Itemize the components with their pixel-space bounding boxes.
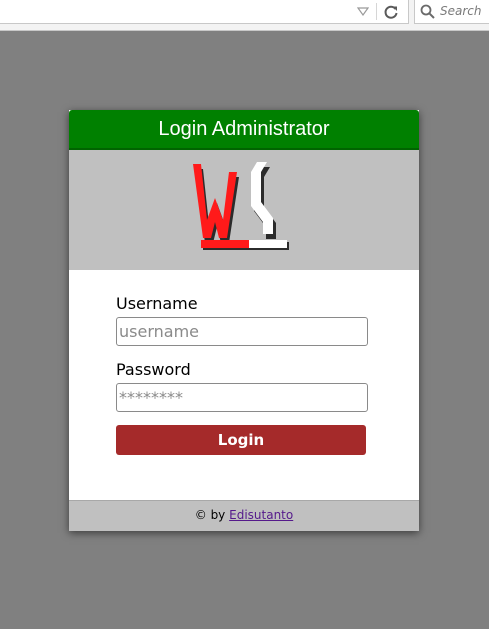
browser-search-box[interactable]: Search bbox=[414, 0, 489, 24]
toolbar-divider bbox=[376, 3, 377, 20]
dropdown-arrow-icon[interactable] bbox=[357, 6, 369, 16]
login-button[interactable]: Login bbox=[116, 425, 366, 455]
password-label: Password bbox=[116, 360, 191, 379]
search-icon bbox=[420, 4, 435, 19]
author-link[interactable]: Edisutanto bbox=[229, 508, 293, 522]
login-title: Login Administrator bbox=[69, 110, 419, 150]
password-input[interactable] bbox=[116, 383, 368, 412]
username-input[interactable] bbox=[116, 317, 368, 346]
login-card: Login Administrator Username Password Lo… bbox=[69, 110, 419, 531]
browser-toolbar: Search bbox=[0, 0, 489, 31]
brand-logo bbox=[193, 162, 289, 250]
copyright-text: © by bbox=[194, 508, 226, 522]
card-footer: © by Edisutanto bbox=[69, 500, 419, 531]
username-label: Username bbox=[116, 294, 198, 313]
address-bar[interactable] bbox=[0, 0, 409, 24]
search-placeholder: Search bbox=[440, 4, 482, 18]
reload-icon[interactable] bbox=[383, 4, 399, 20]
logo-panel bbox=[69, 150, 419, 270]
